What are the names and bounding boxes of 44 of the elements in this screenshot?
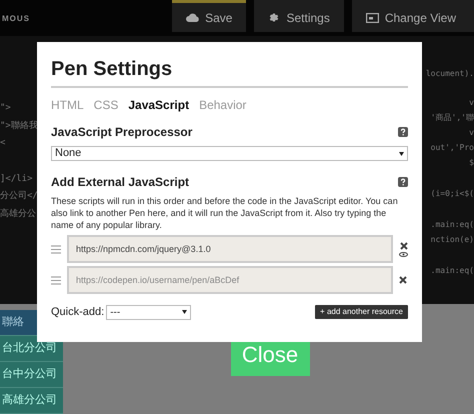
section-heading: JavaScript Preprocessor [51, 124, 192, 141]
gear-icon [268, 12, 280, 24]
code-line: v [469, 127, 474, 139]
code-line: "> [0, 102, 12, 115]
preprocessor-select[interactable]: None [51, 146, 408, 161]
cloud-icon [186, 13, 200, 22]
code-line: .main:eq( [430, 219, 474, 231]
toolbar-button[interactable]: Settings [254, 0, 344, 32]
dialog-title: Pen Settings [51, 57, 174, 81]
close-icon[interactable] [400, 242, 408, 250]
code-line: 分公司</ [0, 190, 37, 203]
resource-field[interactable]: https://codepen.io/username/pen/aBcDef [67, 266, 393, 294]
section-heading: Add External JavaScript [51, 174, 190, 191]
code-line: nction(e) [430, 234, 474, 246]
caret-icon [182, 310, 188, 314]
help-icon[interactable] [398, 177, 408, 187]
brand-text: MOUS [2, 13, 30, 25]
code-line: out','Pro [430, 142, 474, 154]
code-line: 高雄分公 [0, 208, 37, 220]
eye-icon[interactable] [399, 252, 408, 256]
code-line: v [469, 97, 474, 109]
drag-handle-icon[interactable] [51, 276, 61, 284]
description-text: These scripts will run in this order and before the code in the JavaScript editor. You can also link to another Pen here, and it will run the JavaScript from it. Also try typing the name of any popular library. [51, 195, 399, 231]
window-icon [366, 12, 379, 22]
code-line: (i=0;i<$( [430, 188, 474, 200]
code-line: ]</li> [0, 172, 34, 186]
close-icon[interactable] [399, 276, 407, 284]
settings-tab[interactable]: JavaScript [128, 96, 190, 114]
code-line: .main:eq( [430, 265, 474, 277]
nav-item[interactable]: 台中分公司 [0, 362, 63, 388]
quick-add-select[interactable]: --- [106, 304, 192, 320]
drag-handle-icon[interactable] [51, 244, 61, 254]
add-resource-button[interactable]: + add another resource [315, 305, 408, 320]
toolbar-button[interactable]: Change View [352, 0, 474, 32]
code-line: < [0, 137, 6, 150]
code-line: '商品','聯 [430, 112, 474, 124]
nav-item[interactable]: 台北分公司 [0, 336, 63, 362]
nav-item[interactable]: 高雄分公司 [0, 388, 63, 414]
toolbar-button[interactable]: Save [172, 0, 246, 32]
caret-icon [399, 152, 404, 156]
code-line: locument). [426, 68, 474, 80]
code-line: $ [469, 157, 474, 169]
resource-field[interactable]: https://npmcdn.com/jquery@3.1.0 [67, 235, 393, 263]
help-icon[interactable] [398, 127, 408, 137]
